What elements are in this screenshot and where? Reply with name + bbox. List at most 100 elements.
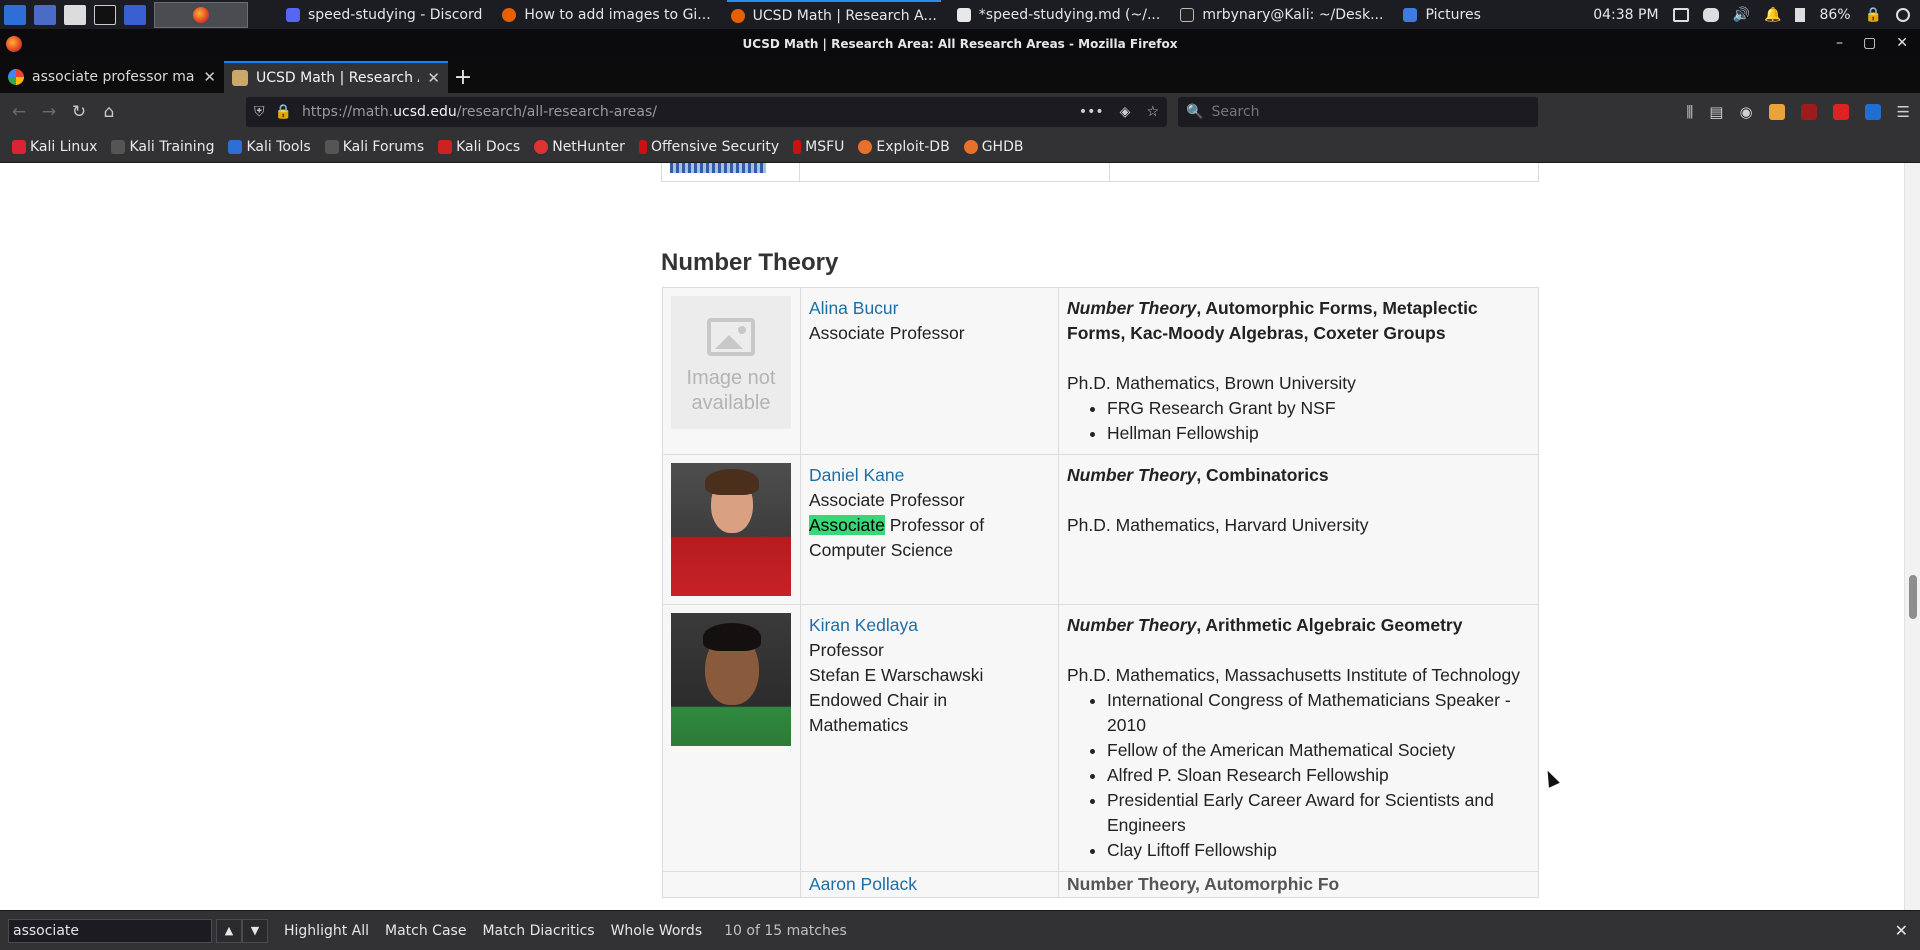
lock-icon[interactable]: 🔒 bbox=[275, 104, 292, 120]
discord-tray-icon[interactable] bbox=[1702, 7, 1719, 22]
file-manager-icon[interactable] bbox=[64, 4, 86, 25]
terminal-icon[interactable] bbox=[94, 4, 116, 25]
navigation-toolbar: ← → ↻ ⌂ ⛨ 🔒 https://math.ucsd.edu/resear… bbox=[0, 93, 1920, 131]
display-icon[interactable] bbox=[1672, 7, 1689, 22]
person-info-cell: Alina Bucur Associate Professor bbox=[800, 287, 1059, 455]
person-title: Associate Professor bbox=[809, 323, 965, 343]
close-find-bar-icon[interactable]: ✕ bbox=[1895, 921, 1908, 940]
taskbar-window-firefox-2[interactable]: UCSD Math | Research A... bbox=[726, 0, 941, 29]
sidebar-icon[interactable]: ▤ bbox=[1709, 103, 1723, 121]
bookmark-exploit-db[interactable]: Exploit-DB bbox=[858, 138, 950, 155]
bookmark-nethunter[interactable]: NetHunter bbox=[534, 139, 625, 155]
person-name-link[interactable]: Aaron Pollack bbox=[801, 874, 917, 894]
extension-s-icon[interactable] bbox=[1864, 104, 1881, 120]
taskbar-window-editor[interactable]: *speed-studying.md (~/... bbox=[953, 0, 1165, 29]
award-item: International Congress of Mathematicians… bbox=[1107, 688, 1530, 738]
hamburger-menu-icon[interactable]: ☰ bbox=[1897, 103, 1910, 121]
search-icon: 🔍 bbox=[1186, 104, 1204, 120]
forward-button[interactable]: → bbox=[34, 97, 64, 127]
search-input[interactable] bbox=[1211, 104, 1512, 120]
bookmark-star-icon[interactable]: ☆ bbox=[1146, 104, 1159, 120]
bookmark-label: Kali Tools bbox=[246, 138, 311, 155]
firefox-icon bbox=[6, 36, 22, 52]
award-item: Hellman Fellowship bbox=[1107, 421, 1530, 446]
highlight-all-toggle[interactable]: Highlight All bbox=[284, 923, 369, 939]
tab-google-search[interactable]: associate professor math ✕ bbox=[0, 61, 224, 93]
notification-bell-icon[interactable]: 🔔 bbox=[1764, 7, 1781, 23]
ublock-icon[interactable] bbox=[1800, 104, 1817, 120]
find-input[interactable] bbox=[8, 918, 212, 943]
bookmark-kali-tools[interactable]: Kali Tools bbox=[228, 138, 311, 155]
lock-icon[interactable]: 🔒 bbox=[1865, 7, 1882, 23]
bookmark-kali-forums[interactable]: Kali Forums bbox=[324, 139, 424, 155]
person-photo bbox=[671, 613, 791, 746]
taskbar-window-terminal[interactable]: mrbynary@Kali: ~/Desk... bbox=[1176, 0, 1387, 29]
firefox-icon bbox=[193, 6, 209, 23]
page-actions-icon[interactable]: ••• bbox=[1079, 104, 1104, 120]
cell-divider bbox=[1109, 163, 1110, 181]
person-title: Associate Professor bbox=[809, 490, 965, 510]
section-title: Number Theory bbox=[661, 249, 839, 276]
find-next-button[interactable]: ▼ bbox=[242, 918, 268, 943]
exploit-db-icon bbox=[858, 139, 873, 154]
active-app-firefox[interactable] bbox=[154, 1, 248, 28]
person-name-link[interactable]: Kiran Kedlaya bbox=[809, 615, 918, 635]
bookmark-offensive-security[interactable]: Offensive Security bbox=[638, 138, 780, 155]
award-item: FRG Research Grant by NSF bbox=[1107, 396, 1530, 421]
workspace-icon[interactable] bbox=[34, 4, 56, 25]
maximize-icon[interactable]: ▢ bbox=[1863, 35, 1876, 51]
tab-close-icon[interactable]: ✕ bbox=[427, 69, 440, 87]
clock[interactable]: 04:38 PM bbox=[1593, 7, 1658, 23]
photo-cell bbox=[662, 871, 801, 898]
bookmark-label: Offensive Security bbox=[650, 138, 780, 155]
taskbar-window-pictures[interactable]: Pictures bbox=[1399, 0, 1484, 29]
taskbar-window-label: How to add images to Gi... bbox=[524, 6, 711, 23]
tracking-shield-icon[interactable]: ⛨ bbox=[254, 104, 265, 120]
bookmark-kali-docs[interactable]: Kali Docs bbox=[438, 139, 520, 155]
awards-list: FRG Research Grant by NSF Hellman Fellow… bbox=[1107, 396, 1530, 446]
taskbar-window-firefox-1[interactable]: How to add images to Gi... bbox=[498, 0, 714, 29]
account-icon[interactable]: ◉ bbox=[1739, 103, 1752, 121]
close-icon[interactable]: ✕ bbox=[1896, 35, 1908, 51]
bookmark-kali-training[interactable]: Kali Training bbox=[111, 139, 214, 155]
bookmark-ghdb[interactable]: GHDB bbox=[963, 139, 1023, 155]
person-name-link[interactable]: Alina Bucur bbox=[809, 298, 899, 318]
volume-icon[interactable]: 🔊 bbox=[1733, 7, 1750, 23]
library-icon[interactable]: ⫼ bbox=[1686, 103, 1693, 121]
match-case-toggle[interactable]: Match Case bbox=[385, 923, 466, 939]
bookmark-msfu[interactable]: MSFU bbox=[793, 139, 844, 155]
power-icon[interactable] bbox=[1896, 7, 1910, 22]
page-scrollbar[interactable] bbox=[1904, 163, 1920, 910]
url-bar[interactable]: ⛨ 🔒 https://math.ucsd.edu/research/all-r… bbox=[246, 97, 1167, 127]
new-tab-button[interactable]: + bbox=[448, 61, 478, 93]
kali-menu-icon[interactable] bbox=[4, 4, 26, 25]
minimize-icon[interactable]: – bbox=[1836, 35, 1843, 51]
window-titlebar: UCSD Math | Research Area: All Research … bbox=[0, 29, 1920, 59]
research-topics: Number Theory, Arithmetic Algebraic Geom… bbox=[1067, 613, 1530, 638]
taskbar-window-label: mrbynary@Kali: ~/Desk... bbox=[1202, 6, 1384, 23]
bookmark-label: MSFU bbox=[805, 138, 845, 155]
tab-ucsd-math[interactable]: UCSD Math | Research A ✕ bbox=[224, 61, 448, 93]
taskbar-window-label: *speed-studying.md (~/... bbox=[978, 6, 1161, 23]
back-button[interactable]: ← bbox=[4, 97, 34, 127]
whole-words-toggle[interactable]: Whole Words bbox=[611, 923, 703, 939]
find-bar: ▲ ▼ Highlight All Match Case Match Diacr… bbox=[0, 910, 1920, 950]
reload-button[interactable]: ↻ bbox=[64, 97, 94, 127]
taskbar-window-discord[interactable]: speed-studying - Discord bbox=[282, 0, 486, 29]
previous-table-row bbox=[661, 163, 1539, 182]
bookmark-kali-linux[interactable]: Kali Linux bbox=[12, 139, 97, 155]
research-topics: Number Theory, Automorphic Fo bbox=[1067, 874, 1340, 894]
home-button[interactable]: ⌂ bbox=[94, 97, 124, 127]
extension-lock-icon[interactable] bbox=[1832, 104, 1849, 120]
person-name-link[interactable]: Daniel Kane bbox=[809, 465, 904, 485]
extension-badge-icon[interactable] bbox=[1768, 104, 1785, 120]
match-diacritics-toggle[interactable]: Match Diacritics bbox=[482, 923, 594, 939]
find-previous-button[interactable]: ▲ bbox=[216, 918, 242, 943]
tab-close-icon[interactable]: ✕ bbox=[203, 68, 216, 86]
pocket-icon[interactable]: ◈ bbox=[1120, 104, 1131, 120]
screenshot-app-icon[interactable] bbox=[124, 4, 146, 25]
scrollbar-thumb[interactable] bbox=[1909, 575, 1917, 619]
bookmark-label: Exploit-DB bbox=[876, 138, 950, 155]
folder-icon bbox=[1403, 7, 1418, 22]
search-bar[interactable]: 🔍 bbox=[1178, 97, 1538, 127]
